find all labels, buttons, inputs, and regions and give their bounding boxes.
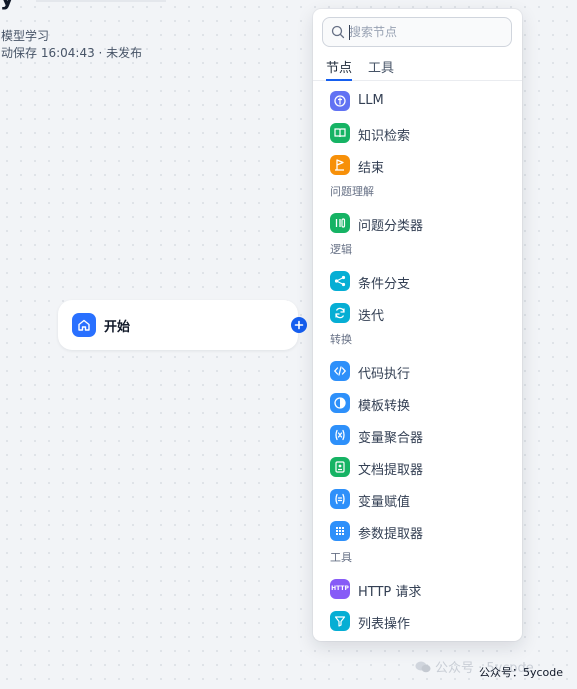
search-box[interactable] <box>322 17 512 47</box>
tab-nodes[interactable]: 节点 <box>326 57 352 76</box>
node-item-label: 条件分支 <box>358 277 411 292</box>
text-caret <box>349 25 350 40</box>
node-item-parameter-extractor[interactable]: 参数提取器 <box>313 515 522 547</box>
group-label-transform: 转换 <box>330 333 352 346</box>
grid-icon <box>330 521 350 541</box>
node-item-list-operator[interactable]: 列表操作 <box>313 605 522 637</box>
node-item-label: 模板转换 <box>358 399 411 414</box>
search-input[interactable] <box>349 23 504 41</box>
node-item-question-classifier[interactable]: 问题分类器 <box>313 207 522 239</box>
http-icon: HTTP <box>330 579 350 599</box>
llm-icon <box>330 91 350 111</box>
active-tab-indicator <box>326 79 352 81</box>
document-icon <box>330 457 350 477</box>
node-item-http-request[interactable]: HTTP HTTP 请求 <box>313 573 522 605</box>
node-item-label: 迭代 <box>358 309 385 324</box>
node-item-label: 文档提取器 <box>358 463 424 478</box>
code-icon <box>330 361 350 381</box>
node-item-variable-aggregator[interactable]: 变量聚合器 <box>313 419 522 451</box>
node-item-document-extractor[interactable]: 文档提取器 <box>313 451 522 483</box>
book-icon <box>330 123 350 143</box>
template-icon <box>330 393 350 413</box>
tab-tools[interactable]: 工具 <box>368 57 394 76</box>
node-tabs: 节点 工具 <box>313 53 522 81</box>
start-node[interactable]: 开始 <box>58 300 298 350</box>
plus-icon <box>294 320 304 330</box>
branch-icon <box>330 271 350 291</box>
loop-icon <box>330 303 350 323</box>
node-item-template[interactable]: 模板转换 <box>313 387 522 419</box>
search-icon <box>331 25 345 39</box>
home-icon <box>72 313 96 337</box>
node-item-end[interactable]: 结束 <box>313 149 522 181</box>
flag-icon <box>330 155 350 175</box>
node-list: LLM 知识检索 结束 问题理解 问题分类器 逻辑 条件分支 迭代 转换 代码执… <box>313 85 522 637</box>
node-item-label: 变量赋值 <box>358 495 411 510</box>
node-item-label: LLM <box>358 93 384 108</box>
node-item-if-else[interactable]: 条件分支 <box>313 265 522 297</box>
node-item-label: HTTP 请求 <box>358 585 422 600</box>
node-item-iteration[interactable]: 迭代 <box>313 297 522 329</box>
group-label-question: 问题理解 <box>330 185 374 198</box>
node-item-label: 问题分类器 <box>358 219 424 234</box>
node-selector-panel: 节点 工具 LLM 知识检索 结束 问题理解 <box>313 9 522 641</box>
app-title-fragment: y <box>0 0 171 11</box>
node-item-label: 参数提取器 <box>358 527 424 542</box>
app-name: 模型学习 <box>1 29 50 43</box>
start-node-label: 开始 <box>104 320 131 335</box>
node-item-knowledge-retrieval[interactable]: 知识检索 <box>313 117 522 149</box>
group-label-logic: 逻辑 <box>330 243 352 256</box>
node-item-llm[interactable]: LLM <box>313 85 522 117</box>
node-item-label: 代码执行 <box>358 367 411 382</box>
footer-credit: 公众号：5ycode <box>479 666 564 679</box>
node-item-variable-assigner[interactable]: 变量赋值 <box>313 483 522 515</box>
add-node-button[interactable] <box>291 317 307 333</box>
node-item-label: 变量聚合器 <box>358 431 424 446</box>
variable-icon <box>330 425 350 445</box>
node-item-code[interactable]: 代码执行 <box>313 355 522 387</box>
filter-icon <box>330 611 350 631</box>
node-item-label: 知识检索 <box>358 129 411 144</box>
classifier-icon <box>330 213 350 233</box>
assign-icon <box>330 489 350 509</box>
group-label-tools: 工具 <box>330 551 352 564</box>
node-item-label: 结束 <box>358 161 385 176</box>
wechat-icon <box>415 661 431 673</box>
node-item-label: 列表操作 <box>358 617 411 632</box>
save-status: 动保存 16:04:43 · 未发布 <box>1 46 143 60</box>
